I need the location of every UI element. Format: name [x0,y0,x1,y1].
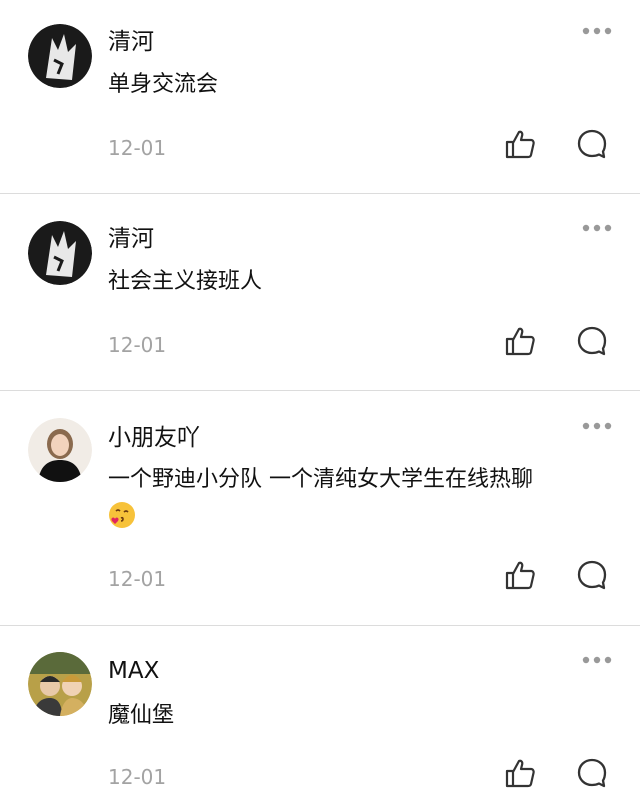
comment-date: 12-01 [108,136,167,160]
comment-bubble-icon[interactable] [576,559,608,591]
thumbs-up-icon[interactable] [504,325,536,357]
kiss-emoji [108,501,136,529]
username[interactable]: MAX [108,656,159,686]
more-dots-icon[interactable] [582,655,612,665]
comment-text: 魔仙堡 [108,703,175,728]
username[interactable]: 小朋友吖 [108,423,200,453]
more-dots-icon[interactable] [582,26,612,36]
thumbs-up-icon[interactable] [504,128,536,160]
username[interactable]: 清河 [108,27,154,57]
comment-item: 清河 单身交流会 12-01 [0,0,640,193]
comment-item: 清河 社会主义接班人 12-01 [0,194,640,390]
thumbs-up-icon[interactable] [504,559,536,591]
more-dots-icon[interactable] [582,223,612,233]
avatar[interactable] [28,24,92,88]
comment-text: 一个野迪小分队 一个清纯女大学生在线热聊 [108,467,533,492]
comment-date: 12-01 [108,765,167,789]
avatar[interactable] [28,418,92,482]
comment-bubble-icon[interactable] [576,757,608,789]
avatar[interactable] [28,652,92,716]
comment-bubble-icon[interactable] [576,128,608,160]
thumbs-up-icon[interactable] [504,757,536,789]
comment-item: MAX 魔仙堡 12-01 [0,626,640,801]
comment-text: 单身交流会 [108,72,219,97]
comment-date: 12-01 [108,567,167,591]
comment-bubble-icon[interactable] [576,325,608,357]
more-dots-icon[interactable] [582,421,612,431]
comment-item: 小朋友吖 一个野迪小分队 一个清纯女大学生在线热聊 12-01 [0,391,640,625]
avatar[interactable] [28,221,92,285]
username[interactable]: 清河 [108,224,154,254]
comment-text: 社会主义接班人 [108,269,263,294]
comment-date: 12-01 [108,333,167,357]
